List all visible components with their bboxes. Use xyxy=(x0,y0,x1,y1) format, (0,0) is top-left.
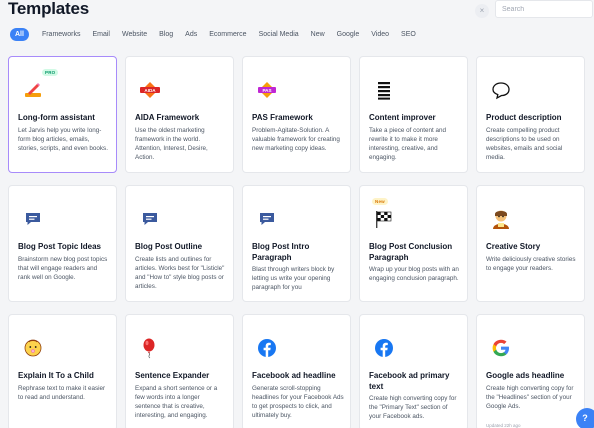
card-description: Create high converting copy for the "Hea… xyxy=(486,385,574,410)
card-description: Create high converting copy for the "Pri… xyxy=(369,395,457,420)
checkered-flag-icon xyxy=(373,208,395,230)
pas-icon: PAS xyxy=(256,79,278,101)
card-title: Explain It To a Child xyxy=(18,371,94,380)
filter-chip-ecommerce[interactable]: Ecommerce xyxy=(203,28,252,41)
template-card-blog-post-outline[interactable]: Blog Post Outline Create lists and outlin… xyxy=(125,185,234,302)
filter-chip-social-media[interactable]: Social Media xyxy=(253,28,305,41)
filter-chip-email[interactable]: Email xyxy=(86,28,116,41)
card-title: Blog Post Conclusion Paragraph xyxy=(369,242,453,262)
balloon-icon xyxy=(139,337,161,359)
pas-icon-text: PAS xyxy=(262,88,271,93)
card-title: Creative Story xyxy=(486,242,541,251)
card-description: Write deliciously creative stories to en… xyxy=(486,256,576,272)
template-card-creative-story[interactable]: Creative Story Write deliciously creative… xyxy=(476,185,585,302)
speech-bubble-icon xyxy=(490,79,512,101)
baby-icon xyxy=(22,337,44,359)
filter-chip-website[interactable]: Website xyxy=(116,28,153,41)
card-description: Take a piece of content and rewrite it t… xyxy=(369,127,447,161)
card-title: Long-form assistant xyxy=(18,113,95,122)
filter-chip-video[interactable]: Video xyxy=(365,28,395,41)
card-description: Generate scroll-stopping headlines for y… xyxy=(252,385,344,419)
close-button[interactable]: × xyxy=(475,4,489,18)
card-description: Problem-Agitate-Solution. A valuable fra… xyxy=(252,127,340,152)
facebook-icon xyxy=(256,337,278,359)
template-card-aida-framework[interactable]: AIDA AIDA Framework Use the oldest marketi… xyxy=(125,56,234,173)
card-description: Create lists and outlines for articles. … xyxy=(135,256,225,290)
template-card-google-ads-headline[interactable]: Google ads headline Create high convertin… xyxy=(476,314,585,428)
new-badge: New xyxy=(372,198,388,205)
filter-chip-frameworks[interactable]: Frameworks xyxy=(36,28,87,41)
card-title: Blog Post Intro Paragraph xyxy=(252,242,310,262)
blog-icon xyxy=(22,208,44,230)
card-title: Blog Post Topic Ideas xyxy=(18,242,101,251)
card-title: Sentence Expander xyxy=(135,371,210,380)
aida-icon-text: AIDA xyxy=(144,88,156,93)
card-description: Blast through writers block by letting u… xyxy=(252,266,335,291)
card-title: Blog Post Outline xyxy=(135,242,203,251)
card-title: Facebook ad headline xyxy=(252,371,336,380)
search-input[interactable] xyxy=(495,0,593,18)
template-card-pas-framework[interactable]: PAS PAS Framework Problem-Agitate-Solution… xyxy=(242,56,351,173)
card-description: Use the oldest marketing framework in th… xyxy=(135,127,208,161)
help-button[interactable]: ? xyxy=(576,408,594,428)
page-title: Templates xyxy=(8,0,90,18)
template-card-facebook-ad-headline[interactable]: Facebook ad headline Generate scroll-stop… xyxy=(242,314,351,428)
card-title: AIDA Framework xyxy=(135,113,200,122)
card-description: Rephrase text to make it easier to read … xyxy=(18,385,106,401)
template-card-long-form-assistant[interactable]: PRO Long-form assistant Let Jarvis help yo… xyxy=(8,56,117,173)
template-card-product-description[interactable]: Product description Create compelling pro… xyxy=(476,56,585,173)
facebook-icon xyxy=(373,337,395,359)
blog-icon xyxy=(256,208,278,230)
template-card-blog-post-topic-ideas[interactable]: Blog Post Topic Ideas Brainstorm new blog… xyxy=(8,185,117,302)
card-description: Create compelling product descriptions t… xyxy=(486,127,563,161)
storyteller-icon xyxy=(490,208,512,230)
pencil-icon xyxy=(22,79,44,101)
card-title: Product description xyxy=(486,113,562,122)
card-description: Let Jarvis help you write long-form blog… xyxy=(18,127,108,152)
filter-chip-seo[interactable]: SEO xyxy=(395,28,422,41)
card-title: PAS Framework xyxy=(252,113,313,122)
template-card-blog-post-intro-paragraph[interactable]: Blog Post Intro Paragraph Blast through w… xyxy=(242,185,351,302)
pro-badge: PRO xyxy=(42,69,59,76)
filter-chip-ads[interactable]: Ads xyxy=(179,28,203,41)
filter-chip-blog[interactable]: Blog xyxy=(153,28,179,41)
card-title: Google ads headline xyxy=(486,371,565,380)
blog-icon xyxy=(139,208,161,230)
template-card-content-improver[interactable]: Content improver Take a piece of content … xyxy=(359,56,468,173)
template-card-sentence-expander[interactable]: Sentence Expander Expand a short sentence… xyxy=(125,314,234,428)
aida-icon: AIDA xyxy=(139,79,161,101)
filter-chip-all[interactable]: All xyxy=(10,28,29,41)
google-icon xyxy=(490,337,512,359)
filter-chip-google[interactable]: Google xyxy=(331,28,366,41)
filter-bar: All Frameworks Email Website Blog Ads Ecommerc… xyxy=(10,28,422,41)
card-description: Expand a short sentence or a few words i… xyxy=(135,385,218,419)
card-description: Brainstorm new blog post topics that wil… xyxy=(18,256,108,281)
header: Templates × xyxy=(8,0,593,24)
list-icon xyxy=(373,79,395,101)
card-description: Wrap up your blog posts with an engaging… xyxy=(369,266,459,282)
updated-timestamp: Updated 22h ago xyxy=(486,423,521,428)
filter-chip-new[interactable]: New xyxy=(305,28,331,41)
template-card-facebook-ad-primary-text[interactable]: Facebook ad primary text Create high conv… xyxy=(359,314,468,428)
card-title: Content improver xyxy=(369,113,436,122)
template-grid: PRO Long-form assistant Let Jarvis help yo… xyxy=(8,56,585,428)
template-card-blog-post-conclusion-paragraph[interactable]: New Blog Post Conclusion Paragraph Wrap up… xyxy=(359,185,468,302)
template-card-explain-it-to-a-child[interactable]: Explain It To a Child Rephrase text to ma… xyxy=(8,314,117,428)
card-title: Facebook ad primary text xyxy=(369,371,450,391)
